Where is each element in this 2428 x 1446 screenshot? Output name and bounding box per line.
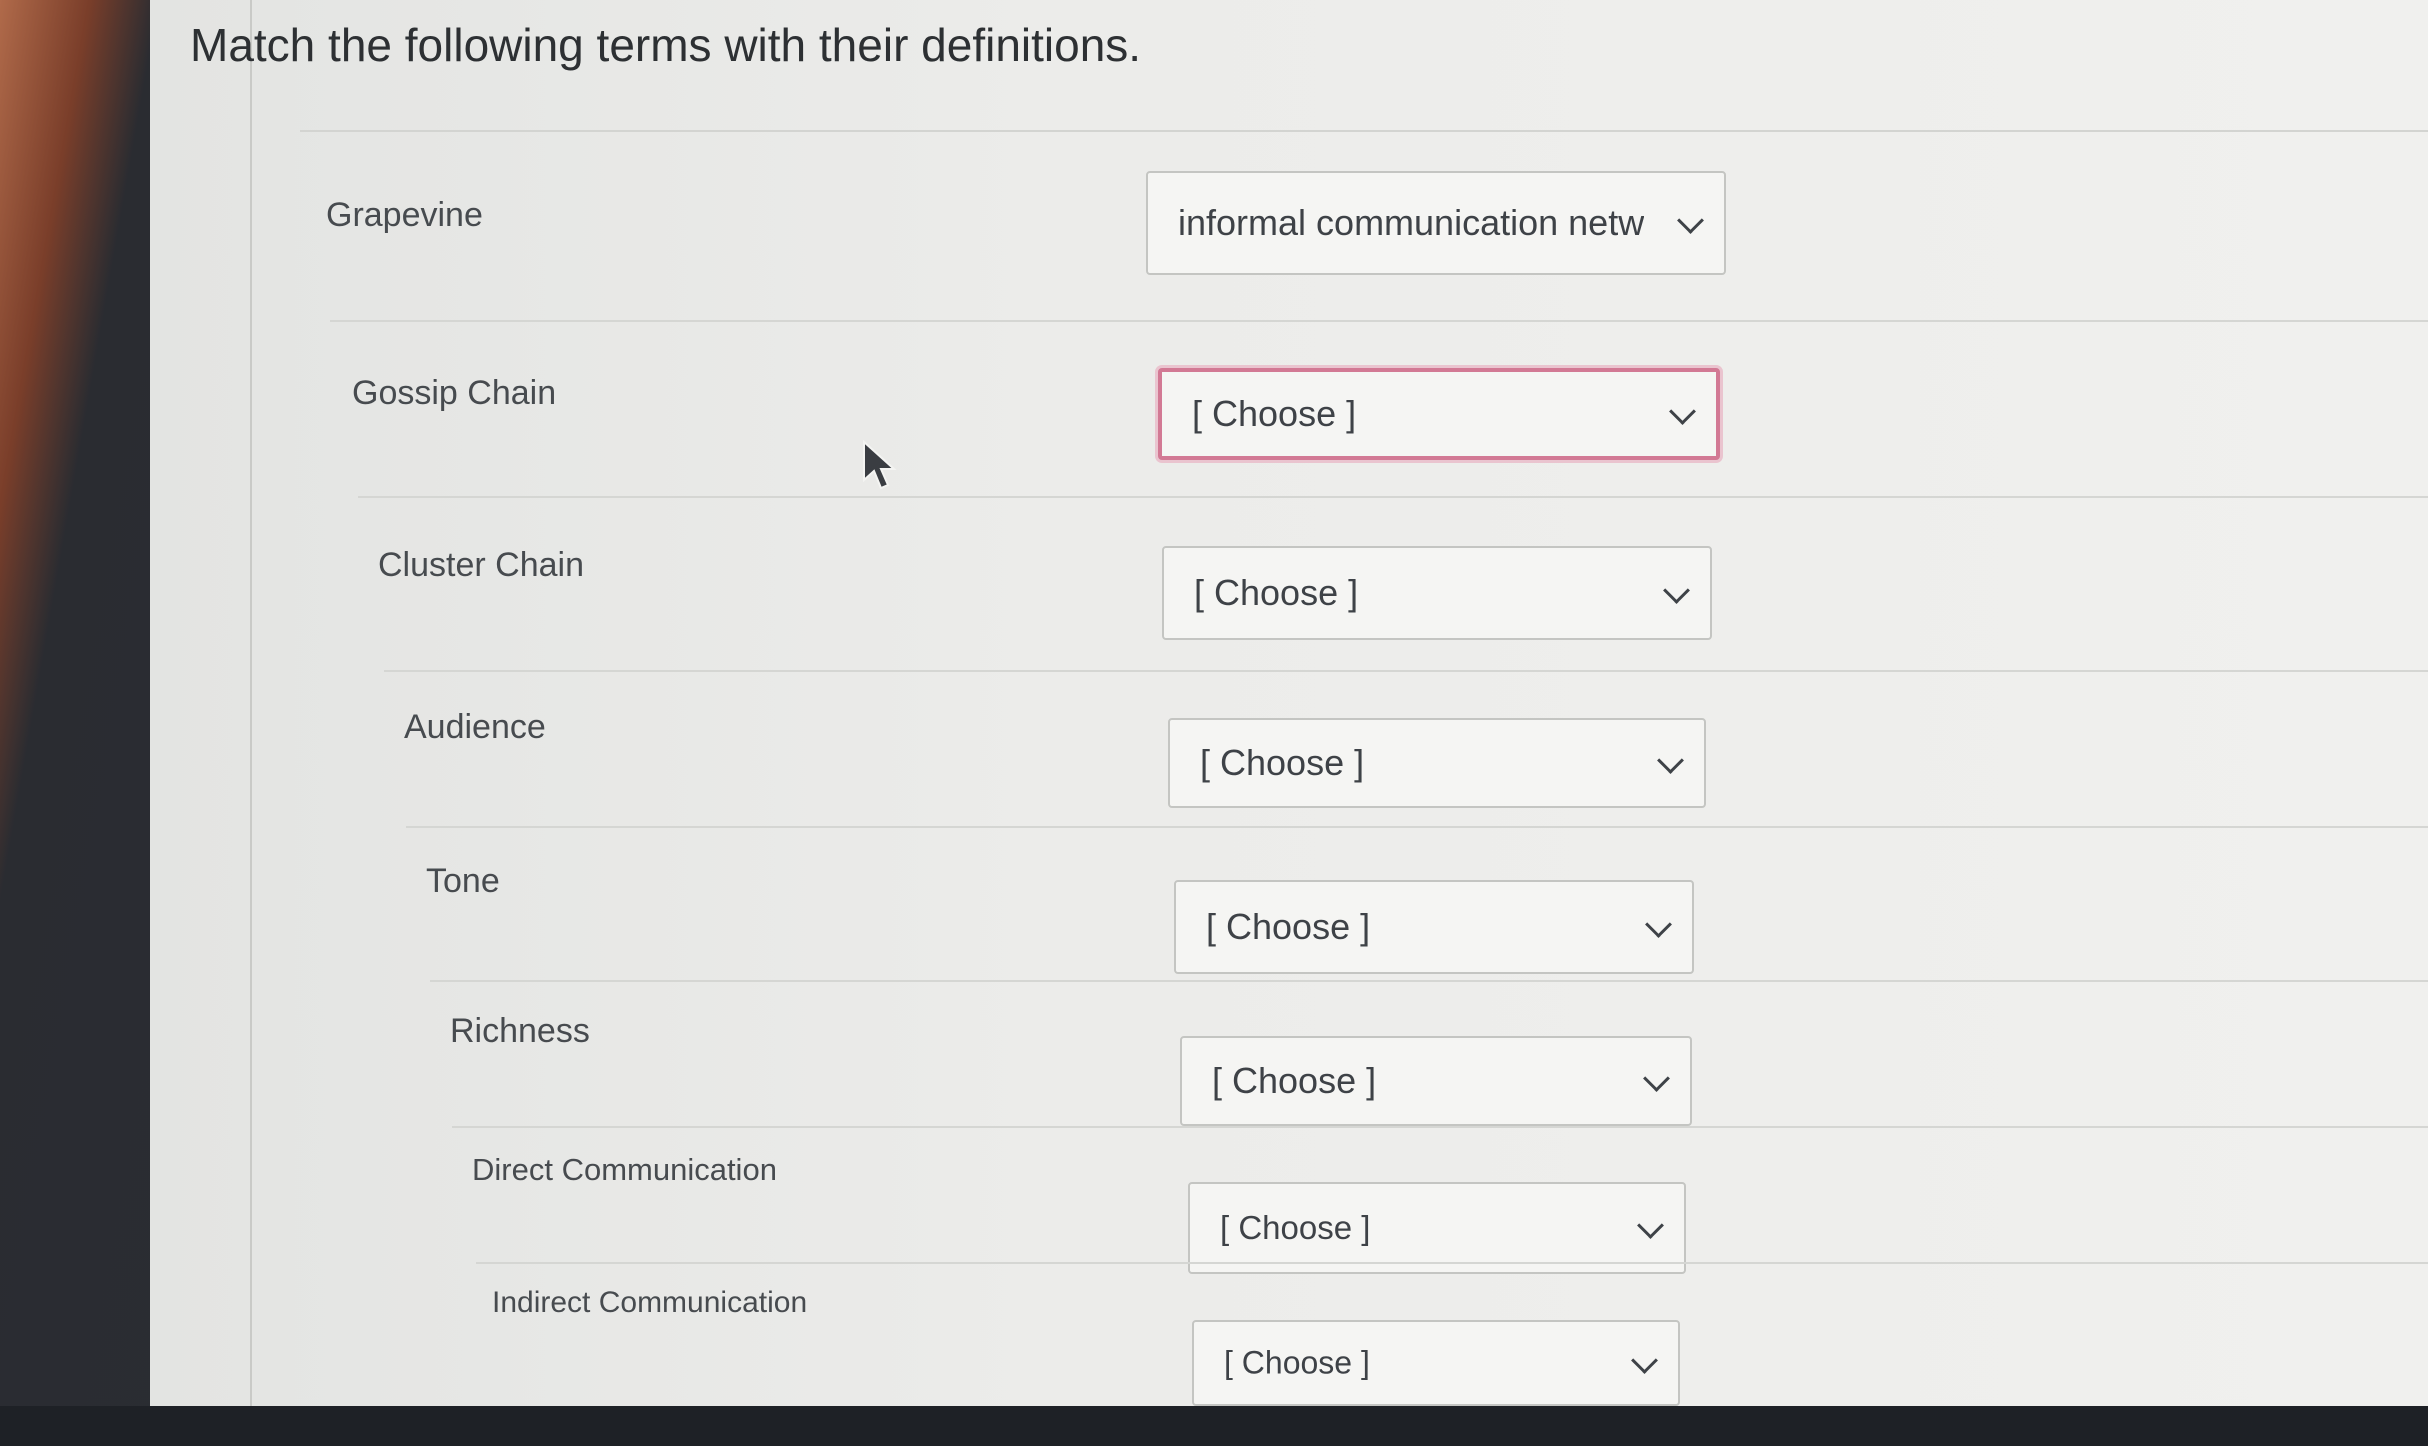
definition-select[interactable]: [ Choose ]: [1174, 880, 1694, 974]
match-row-grapevine: Grapevine informal communication netw: [326, 171, 2426, 356]
chevron-down-icon: [1677, 207, 1704, 234]
chevron-down-icon: [1631, 1347, 1658, 1374]
match-row-indirect-communication: Indirect Communication [ Choose ]: [492, 1286, 2412, 1446]
definition-select[interactable]: [ Choose ]: [1180, 1036, 1692, 1126]
divider: [384, 670, 2428, 672]
definition-select[interactable]: [ Choose ]: [1162, 546, 1712, 640]
chevron-down-icon: [1643, 1065, 1670, 1092]
divider: [452, 1126, 2428, 1128]
term-label: Grapevine: [326, 196, 483, 234]
select-value: [ Choose ]: [1192, 393, 1357, 434]
chevron-down-icon: [1669, 398, 1696, 425]
divider: [358, 496, 2428, 498]
select-value: [ Choose ]: [1194, 572, 1359, 613]
select-value: [ Choose ]: [1200, 742, 1365, 783]
match-row-tone: Tone [ Choose ]: [426, 862, 2416, 1022]
definition-select[interactable]: [ Choose ]: [1168, 718, 1706, 808]
question-prompt: Match the following terms with their def…: [190, 19, 1142, 71]
match-row-cluster-chain: Cluster Chain [ Choose ]: [378, 546, 2418, 706]
definition-select[interactable]: informal communication netw: [1146, 171, 1726, 275]
select-value: [ Choose ]: [1220, 1209, 1371, 1246]
match-row-audience: Audience [ Choose ]: [404, 708, 2414, 868]
select-value: informal communication netw: [1178, 202, 1645, 243]
term-label: Indirect Communication: [492, 1286, 808, 1319]
divider: [330, 320, 2428, 322]
match-row-gossip-chain: Gossip Chain [ Choose ]: [352, 368, 2422, 534]
definition-select[interactable]: [ Choose ]: [1192, 1320, 1680, 1406]
term-label: Tone: [426, 862, 500, 900]
match-row-richness: Richness [ Choose ]: [450, 1012, 2410, 1172]
divider: [406, 826, 2428, 828]
select-value: [ Choose ]: [1224, 1344, 1370, 1381]
term-label: Gossip Chain: [352, 374, 557, 412]
term-label: Richness: [450, 1012, 590, 1050]
term-label: Direct Communication: [472, 1152, 777, 1187]
divider: [476, 1262, 2428, 1264]
term-label: Audience: [404, 708, 546, 746]
chevron-down-icon: [1663, 577, 1690, 604]
definition-select[interactable]: [ Choose ]: [1158, 368, 1720, 460]
chevron-down-icon: [1645, 911, 1672, 938]
chevron-down-icon: [1637, 1212, 1664, 1239]
definition-select[interactable]: [ Choose ]: [1188, 1182, 1686, 1274]
select-value: [ Choose ]: [1212, 1060, 1377, 1101]
mouse-cursor-icon: [863, 440, 897, 490]
divider: [430, 980, 2428, 982]
term-label: Cluster Chain: [378, 546, 584, 584]
chevron-down-icon: [1657, 747, 1684, 774]
select-value: [ Choose ]: [1206, 906, 1371, 947]
divider: [300, 130, 2428, 132]
